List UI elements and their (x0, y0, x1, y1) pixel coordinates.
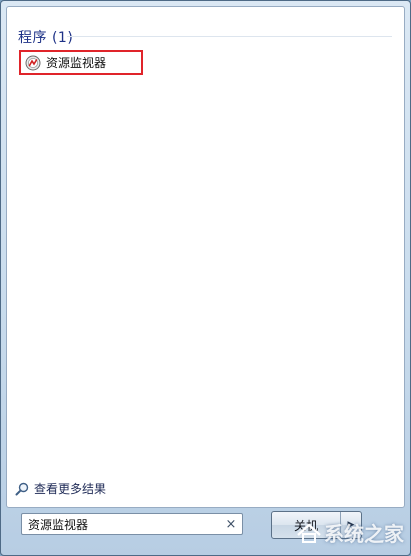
shutdown-options-arrow-icon[interactable]: ▶ (340, 512, 361, 538)
search-results-panel: 程序 (1) 资源监视器 (6, 6, 405, 508)
group-header-programs: 程序 (1) (18, 30, 74, 46)
search-input[interactable] (28, 517, 224, 531)
result-item-resource-monitor[interactable]: 资源监视器 (19, 50, 143, 75)
shutdown-button[interactable]: 关机 (272, 512, 340, 538)
clear-search-icon[interactable]: × (224, 517, 238, 532)
see-more-label: 查看更多结果 (34, 482, 107, 496)
shutdown-button-group: 关机 ▶ (271, 511, 362, 539)
search-box[interactable]: × (21, 513, 243, 535)
group-divider (67, 36, 392, 37)
result-item-label: 资源监视器 (46, 56, 107, 70)
resource-monitor-icon (25, 55, 41, 70)
magnifier-icon (15, 482, 29, 495)
start-menu-window: 程序 (1) 资源监视器 查看更多结果 × 关机 ▶ 系统之家 (0, 0, 411, 556)
see-more-results-link[interactable]: 查看更多结果 (15, 480, 106, 497)
